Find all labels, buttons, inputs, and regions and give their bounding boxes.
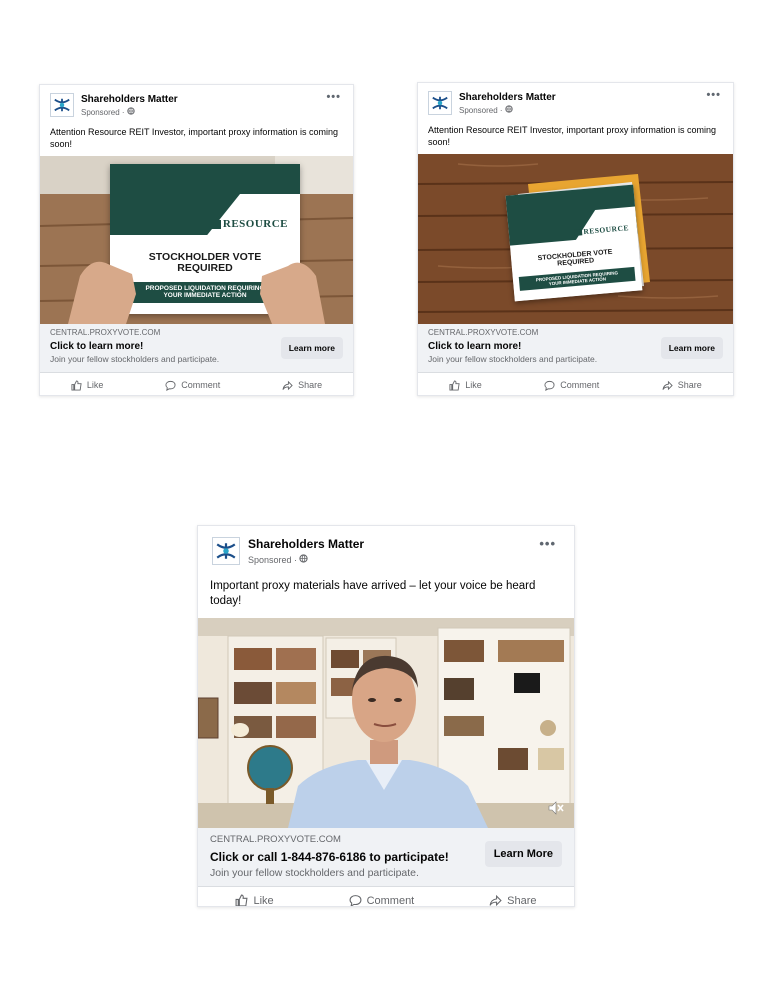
- sponsored-label: Sponsored ·: [248, 554, 298, 565]
- post-message: Important proxy materials have arrived –…: [210, 580, 536, 607]
- postcard: RESOURCE STOCKHOLDER VOTE REQUIRED PROPO…: [505, 184, 643, 302]
- comment-label: Comment: [560, 380, 600, 390]
- page-name[interactable]: Shareholders Matter: [248, 537, 364, 551]
- ad-post-1: Shareholders Matter Sponsored · ••• Atte…: [39, 84, 354, 396]
- like-icon: [71, 379, 82, 391]
- like-button[interactable]: Like: [71, 379, 104, 391]
- page-name[interactable]: Shareholders Matter: [459, 92, 556, 103]
- link-description: Join your fellow stockholders and partic…: [210, 867, 419, 879]
- ad-post-2: Shareholders Matter Sponsored · ••• Atte…: [417, 82, 734, 396]
- action-bar: Like Comment Share: [198, 886, 574, 907]
- ad-image[interactable]: RESOURCE STOCKHOLDER VOTE REQUIRED PROPO…: [40, 156, 353, 324]
- like-button[interactable]: Like: [449, 379, 482, 391]
- post-header: Shareholders Matter Sponsored · •••: [40, 85, 353, 123]
- comment-icon: [544, 380, 555, 391]
- post-header: Shareholders Matter Sponsored · •••: [418, 83, 733, 121]
- share-label: Share: [507, 894, 537, 907]
- share-icon: [489, 894, 502, 906]
- share-button[interactable]: Share: [662, 380, 702, 391]
- post-message: Attention Resource REIT Investor, import…: [428, 125, 716, 147]
- learn-more-button[interactable]: Learn more: [660, 337, 723, 359]
- like-label: Like: [465, 380, 482, 390]
- share-label: Share: [298, 380, 323, 390]
- ad-image[interactable]: RESOURCE STOCKHOLDER VOTE REQUIRED PROPO…: [418, 154, 733, 324]
- link-domain: CENTRAL.PROXYVOTE.COM: [428, 328, 539, 337]
- comment-label: Comment: [366, 894, 415, 907]
- globe-icon: [504, 105, 513, 115]
- action-bar: Like Comment Share: [40, 372, 353, 395]
- link-footer[interactable]: CENTRAL.PROXYVOTE.COM Click or call 1-84…: [198, 828, 574, 886]
- comment-button[interactable]: Comment: [349, 894, 415, 907]
- like-icon: [449, 379, 460, 391]
- learn-more-button[interactable]: Learn More: [484, 841, 562, 867]
- comment-button[interactable]: Comment: [165, 380, 220, 391]
- page-logo[interactable]: [50, 93, 74, 117]
- sponsored-label: Sponsored ·: [81, 107, 125, 117]
- post-header: Shareholders Matter Sponsored · •••: [198, 526, 574, 575]
- share-label: Share: [677, 380, 702, 390]
- ad-post-3: Shareholders Matter Sponsored · ••• Impo…: [197, 525, 575, 907]
- share-icon: [282, 380, 293, 391]
- action-bar: Like Comment Share: [418, 372, 733, 395]
- more-icon[interactable]: •••: [706, 89, 721, 101]
- more-icon[interactable]: •••: [539, 536, 556, 551]
- page-logo[interactable]: [212, 537, 240, 565]
- ad-video[interactable]: [198, 618, 574, 828]
- like-label: Like: [86, 380, 104, 390]
- comment-icon: [165, 380, 176, 391]
- globe-icon: [299, 554, 308, 565]
- link-footer[interactable]: CENTRAL.PROXYVOTE.COM Click to learn mor…: [40, 324, 353, 372]
- learn-more-button[interactable]: Learn more: [280, 337, 343, 359]
- hands: [68, 261, 325, 324]
- post-message: Attention Resource REIT Investor, import…: [50, 127, 338, 149]
- page-name[interactable]: Shareholders Matter: [81, 94, 178, 105]
- mute-icon[interactable]: [548, 801, 564, 820]
- link-footer[interactable]: CENTRAL.PROXYVOTE.COM Click to learn mor…: [418, 324, 733, 372]
- comment-label: Comment: [181, 380, 221, 390]
- like-button[interactable]: Like: [235, 894, 274, 907]
- globe-icon: [126, 107, 135, 117]
- comment-icon: [349, 894, 362, 906]
- sponsored-label: Sponsored ·: [459, 105, 503, 115]
- more-icon[interactable]: •••: [326, 91, 341, 103]
- share-icon: [662, 380, 673, 391]
- share-button[interactable]: Share: [489, 894, 537, 907]
- link-domain: CENTRAL.PROXYVOTE.COM: [50, 328, 161, 337]
- video-frame: [198, 618, 574, 828]
- like-icon: [235, 894, 248, 906]
- like-label: Like: [253, 894, 274, 907]
- comment-button[interactable]: Comment: [544, 380, 599, 391]
- page-logo[interactable]: [428, 91, 452, 115]
- share-button[interactable]: Share: [282, 380, 322, 391]
